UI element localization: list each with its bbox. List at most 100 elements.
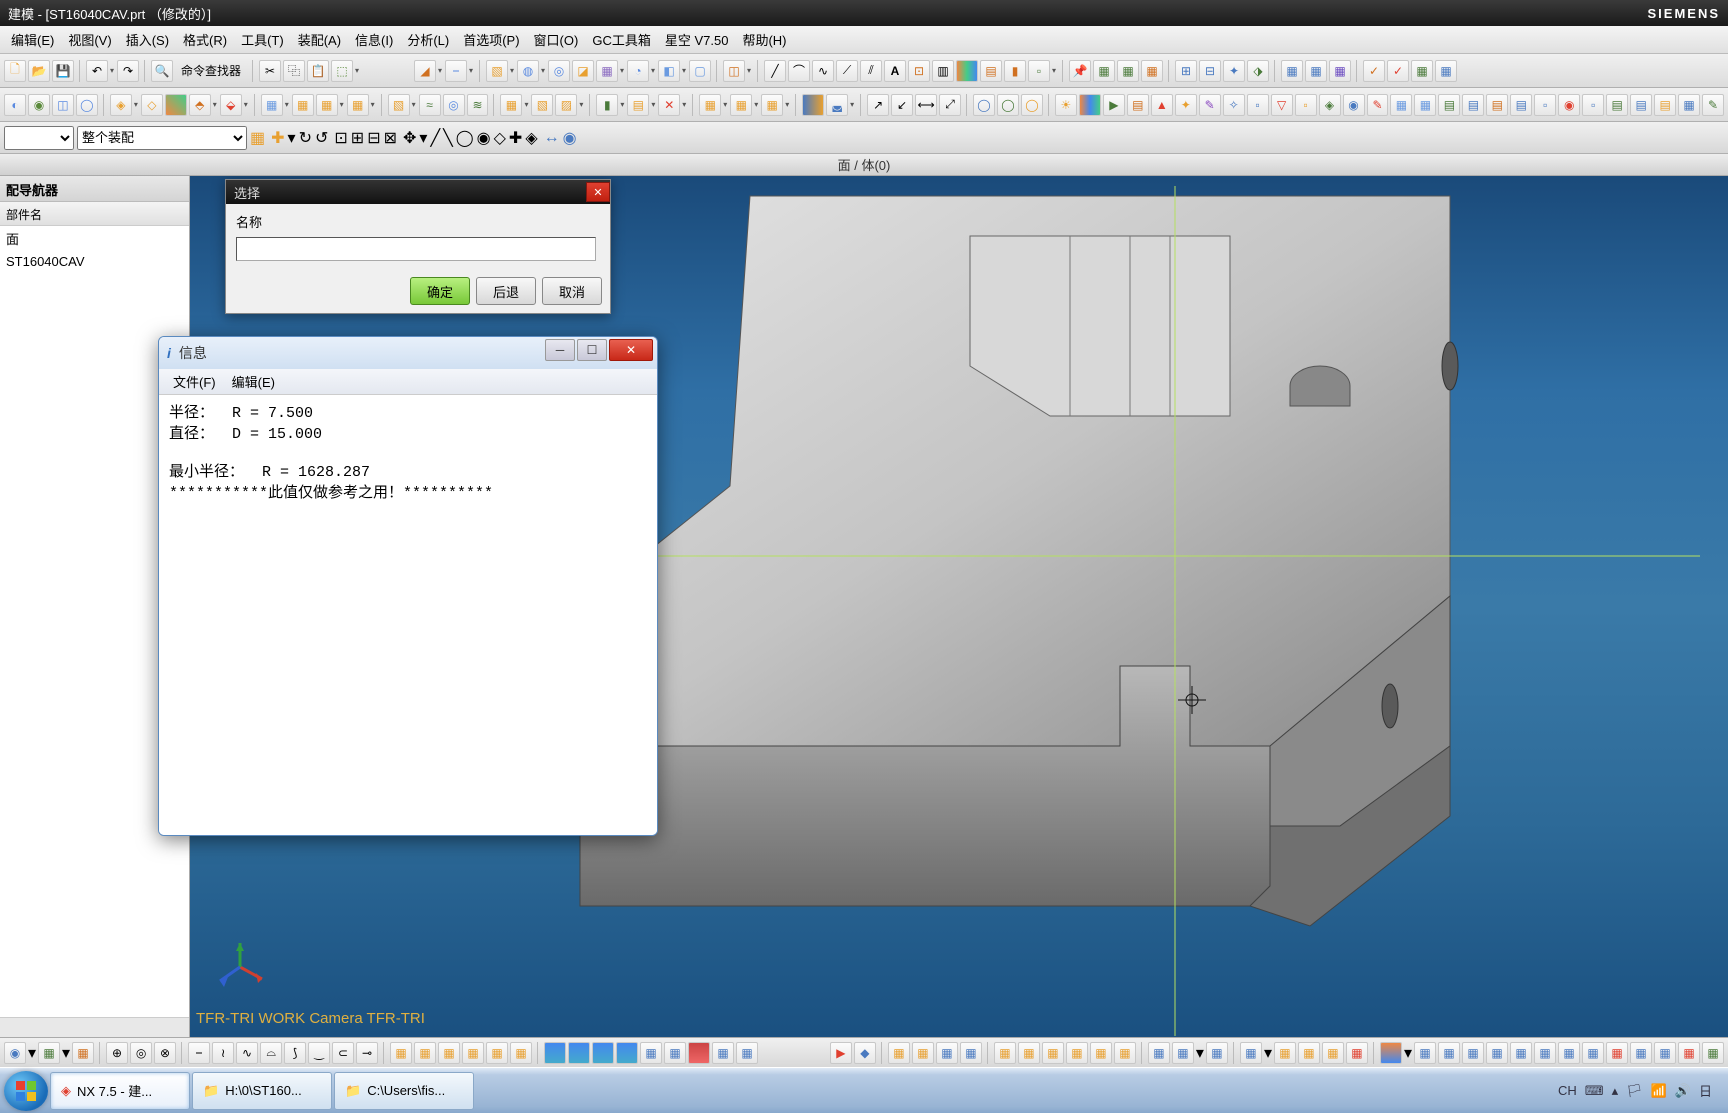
blue-icon[interactable]: ▫ — [1582, 94, 1604, 116]
lay3-icon[interactable]: ▤ — [1654, 94, 1676, 116]
taskbar-item-explorer-1[interactable]: H:\0\ST160... — [192, 1072, 332, 1110]
shell-icon[interactable]: ◐ — [4, 94, 26, 116]
name-input[interactable] — [236, 237, 596, 261]
dropdown-icon[interactable]: ▾ — [419, 128, 427, 148]
curve-icon[interactable]: ⎯ — [445, 60, 467, 82]
close-icon[interactable]: ✕ — [586, 182, 610, 202]
network-icon[interactable]: 📶 — [1651, 1083, 1667, 1099]
cube-icon[interactable]: ▦ — [596, 60, 618, 82]
box4-icon[interactable]: ▦ — [347, 94, 369, 116]
rf4-icon[interactable]: ▦ — [1462, 1042, 1484, 1064]
rg1-icon[interactable]: ▦ — [1606, 1042, 1628, 1064]
rc3-icon[interactable]: ▦ — [1042, 1042, 1064, 1064]
rf8-icon[interactable]: ▦ — [1558, 1042, 1580, 1064]
menu-insert[interactable]: 插入(S) — [119, 27, 176, 52]
dropdown-icon[interactable]: ▾ — [651, 100, 656, 109]
end-icon[interactable]: ◈ — [525, 128, 537, 148]
or5-icon[interactable]: ▦ — [486, 1042, 508, 1064]
sq3-icon[interactable]: ▫ — [1534, 94, 1556, 116]
maximize-icon[interactable]: ☐ — [577, 339, 607, 361]
grid3-icon[interactable]: ▦ — [1678, 94, 1700, 116]
view3-icon[interactable]: ▦ — [72, 1042, 94, 1064]
rc4-icon[interactable]: ▦ — [1066, 1042, 1088, 1064]
rb4-icon[interactable]: ▦ — [960, 1042, 982, 1064]
rb3-icon[interactable]: ▦ — [936, 1042, 958, 1064]
rf2-icon[interactable]: ▦ — [1414, 1042, 1436, 1064]
feature-icon[interactable]: ◪ — [572, 60, 594, 82]
dropdown-icon[interactable]: ▾ — [579, 100, 584, 109]
ime-icon[interactable]: ⌨ — [1585, 1083, 1604, 1099]
box3-icon[interactable]: ▦ — [316, 94, 338, 116]
surf-icon[interactable]: ≈ — [419, 94, 441, 116]
dropdown-icon[interactable]: ▾ — [469, 66, 474, 75]
mirror-icon[interactable]: ⊟ — [1199, 60, 1221, 82]
dropdown-icon[interactable]: ▾ — [244, 100, 249, 109]
dropdown-icon[interactable]: ▾ — [510, 66, 515, 75]
view2-icon[interactable]: ▦ — [38, 1042, 60, 1064]
circ-icon[interactable]: ◎ — [443, 94, 465, 116]
bx2-icon[interactable]: ▦ — [730, 94, 752, 116]
brush-icon[interactable]: ✎ — [1199, 94, 1221, 116]
menu-analysis[interactable]: 分析(L) — [400, 27, 456, 52]
rb1-icon[interactable]: ▦ — [888, 1042, 910, 1064]
blue2-icon[interactable]: ▦ — [1305, 60, 1327, 82]
flag-icon[interactable]: 🏳 — [1626, 1083, 1643, 1099]
hole-icon[interactable]: ◎ — [548, 60, 570, 82]
flag-icon[interactable]: ▶ — [1103, 94, 1125, 116]
st4-icon[interactable] — [616, 1042, 638, 1064]
st6-icon[interactable]: ▦ — [664, 1042, 686, 1064]
box2-icon[interactable]: ▦ — [292, 94, 314, 116]
sun-icon[interactable]: ☀ — [1055, 94, 1077, 116]
ax3-icon[interactable]: ⟷ — [915, 94, 937, 116]
close-icon[interactable]: ✕ — [609, 339, 653, 361]
app3-icon[interactable]: ▦ — [1141, 60, 1163, 82]
cube3-icon[interactable]: ▦ — [1390, 94, 1412, 116]
blue3-icon[interactable]: ▦ — [1329, 60, 1351, 82]
m3-icon[interactable]: ⊟ — [367, 128, 380, 148]
color-icon[interactable] — [956, 60, 978, 82]
st5-icon[interactable]: ▦ — [640, 1042, 662, 1064]
window-title-bar[interactable]: i 信息 ─ ☐ ✕ — [159, 337, 657, 369]
or2-icon[interactable]: ▦ — [414, 1042, 436, 1064]
cv1-icon[interactable]: ⎯ — [188, 1042, 210, 1064]
filter-select-1[interactable] — [4, 126, 74, 150]
offset-icon[interactable]: ⫽ — [860, 60, 882, 82]
bx1-icon[interactable]: ▦ — [699, 94, 721, 116]
rf9-icon[interactable]: ▦ — [1582, 1042, 1604, 1064]
rd1-icon[interactable]: ▦ — [1148, 1042, 1170, 1064]
cube4-icon[interactable]: ▦ — [1414, 94, 1436, 116]
dropdown-icon[interactable]: ▾ — [288, 128, 296, 148]
info-text[interactable]: 半径： R = 7.500 直径： D = 15.000 最小半径： R = 1… — [159, 395, 657, 835]
menu-prefs[interactable]: 首选项(P) — [456, 27, 526, 52]
navigator-header[interactable]: 部件名 — [0, 202, 189, 226]
dim-icon[interactable]: ⊡ — [908, 60, 930, 82]
menu-xk[interactable]: 星空 V7.50 — [658, 27, 736, 52]
ref3-icon[interactable]: ⊗ — [154, 1042, 176, 1064]
dropdown-icon[interactable]: ▾ — [412, 100, 417, 109]
check-icon[interactable]: ✓ — [1363, 60, 1385, 82]
ax2-icon[interactable]: ↙ — [891, 94, 913, 116]
book-icon[interactable]: ▤ — [1127, 94, 1149, 116]
or6-icon[interactable]: ▦ — [510, 1042, 532, 1064]
dropdown-icon[interactable]: ▾ — [62, 1043, 70, 1063]
rc6-icon[interactable]: ▦ — [1114, 1042, 1136, 1064]
rf5-icon[interactable]: ▦ — [1486, 1042, 1508, 1064]
opt-icon[interactable]: ⬘ — [189, 94, 211, 116]
dropdown-icon[interactable]: ▾ — [340, 100, 345, 109]
re4-icon[interactable]: ▦ — [1322, 1042, 1344, 1064]
dropdown-icon[interactable]: ▾ — [110, 66, 115, 75]
cv5-icon[interactable]: ⟆ — [284, 1042, 306, 1064]
del-icon[interactable]: ⬙ — [220, 94, 242, 116]
rd2-icon[interactable]: ▦ — [1172, 1042, 1194, 1064]
dropdown-icon[interactable]: ▾ — [754, 100, 759, 109]
menu-edit[interactable]: 编辑(E) — [4, 27, 61, 52]
filter-select-2[interactable]: 整个装配 — [77, 126, 247, 150]
list-item[interactable]: 面 — [0, 226, 189, 251]
edit-icon[interactable]: ⬗ — [1247, 60, 1269, 82]
boxo2-icon[interactable]: ▨ — [555, 94, 577, 116]
datum-icon[interactable]: ◫ — [723, 60, 745, 82]
rf6-icon[interactable]: ▦ — [1510, 1042, 1532, 1064]
pattern-icon[interactable]: ⊞ — [1175, 60, 1197, 82]
snap-icon[interactable]: ╱ — [430, 128, 440, 148]
cut-icon[interactable]: ✂ — [259, 60, 281, 82]
